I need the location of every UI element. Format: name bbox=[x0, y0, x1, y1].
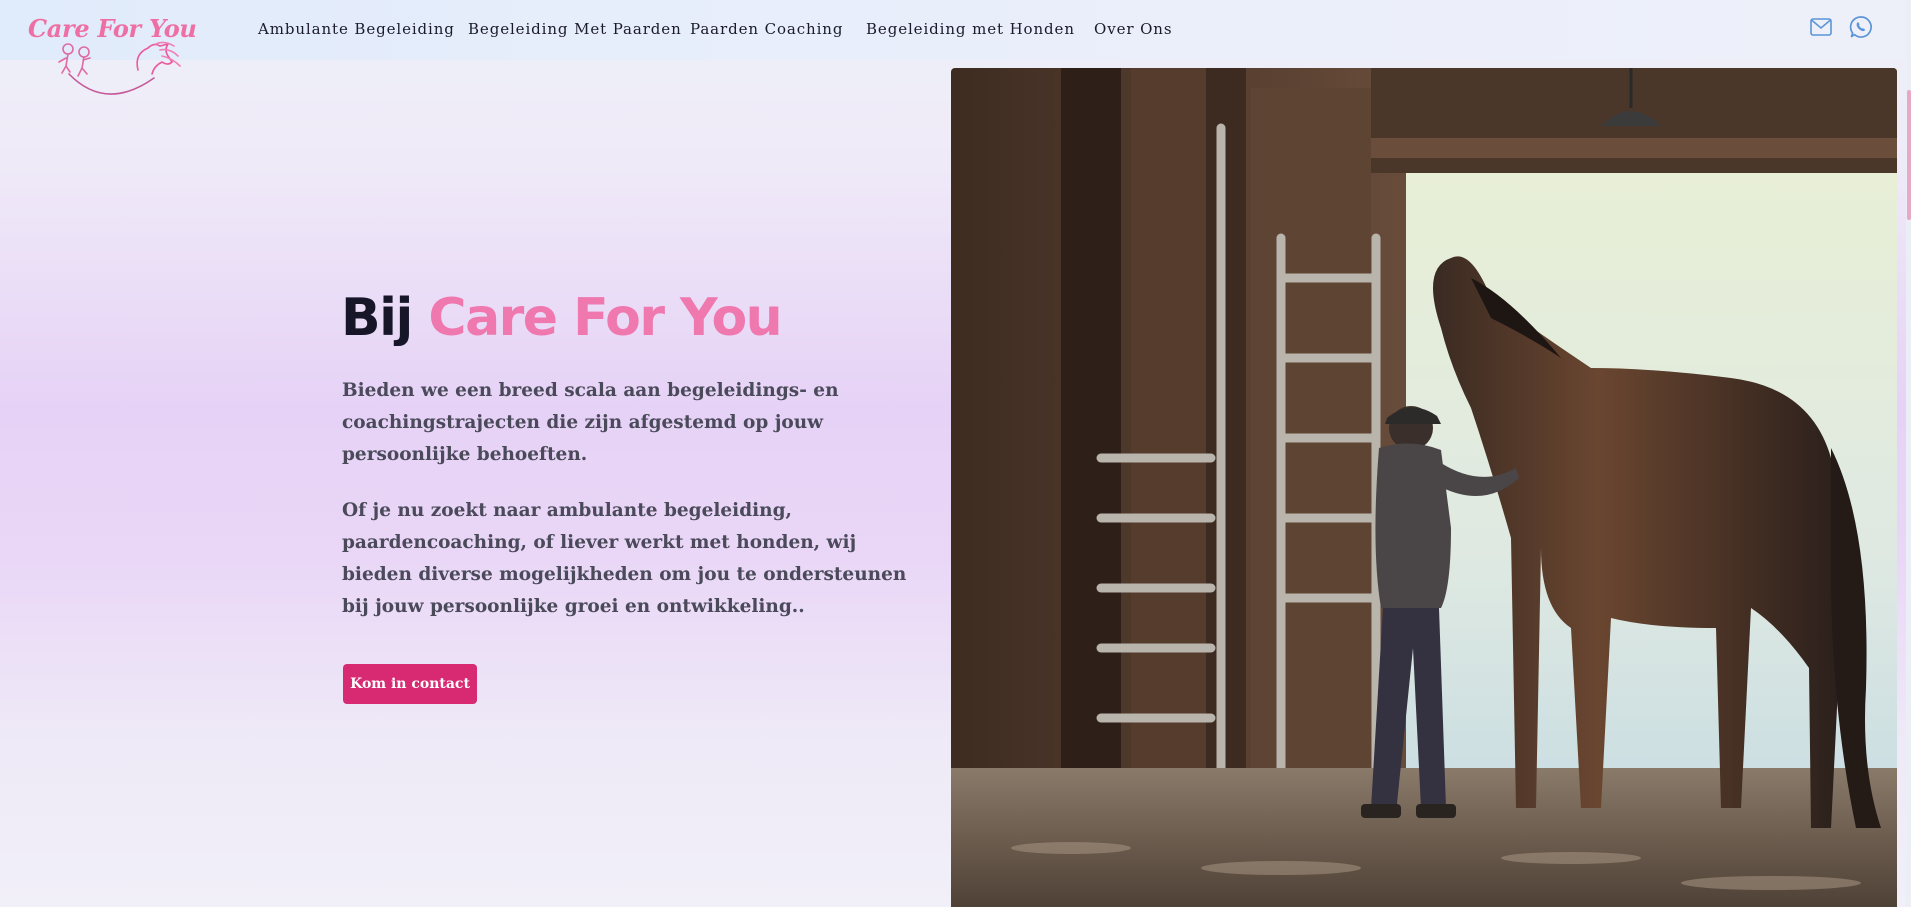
hero-title-prefix: Bij bbox=[341, 288, 413, 348]
nav-item-ambulante-begeleiding[interactable]: Ambulante Begeleiding bbox=[258, 20, 455, 38]
hero-title: Bij Care For You bbox=[341, 288, 783, 348]
logo-text: Care For You bbox=[28, 14, 197, 43]
scrollbar-thumb[interactable] bbox=[1907, 90, 1911, 220]
nav-item-paarden-coaching[interactable]: Paarden Coaching bbox=[690, 20, 843, 38]
nav-item-over-ons[interactable]: Over Ons bbox=[1094, 20, 1172, 38]
hero-title-highlight: Care For You bbox=[428, 288, 782, 348]
hero-image bbox=[951, 68, 1897, 907]
nav-item-begeleiding-met-paarden[interactable]: Begeleiding Met Paarden bbox=[468, 20, 682, 38]
contact-button[interactable]: Kom in contact bbox=[343, 664, 477, 704]
mail-icon[interactable] bbox=[1810, 18, 1832, 40]
logo-figures-horse-icon bbox=[58, 41, 181, 95]
nav-item-begeleiding-met-honden[interactable]: Begeleiding met Honden bbox=[866, 20, 1075, 38]
site-header: Care For You Ambulante Begeleiding Begel… bbox=[0, 0, 1911, 95]
logo[interactable]: Care For You bbox=[22, 8, 197, 108]
hero-intro-paragraph: Bieden we een breed scala aan begeleidin… bbox=[342, 380, 839, 465]
hero-detail-paragraph: Of je nu zoekt naar ambulante begeleidin… bbox=[342, 500, 907, 617]
whatsapp-icon[interactable] bbox=[1849, 15, 1873, 43]
